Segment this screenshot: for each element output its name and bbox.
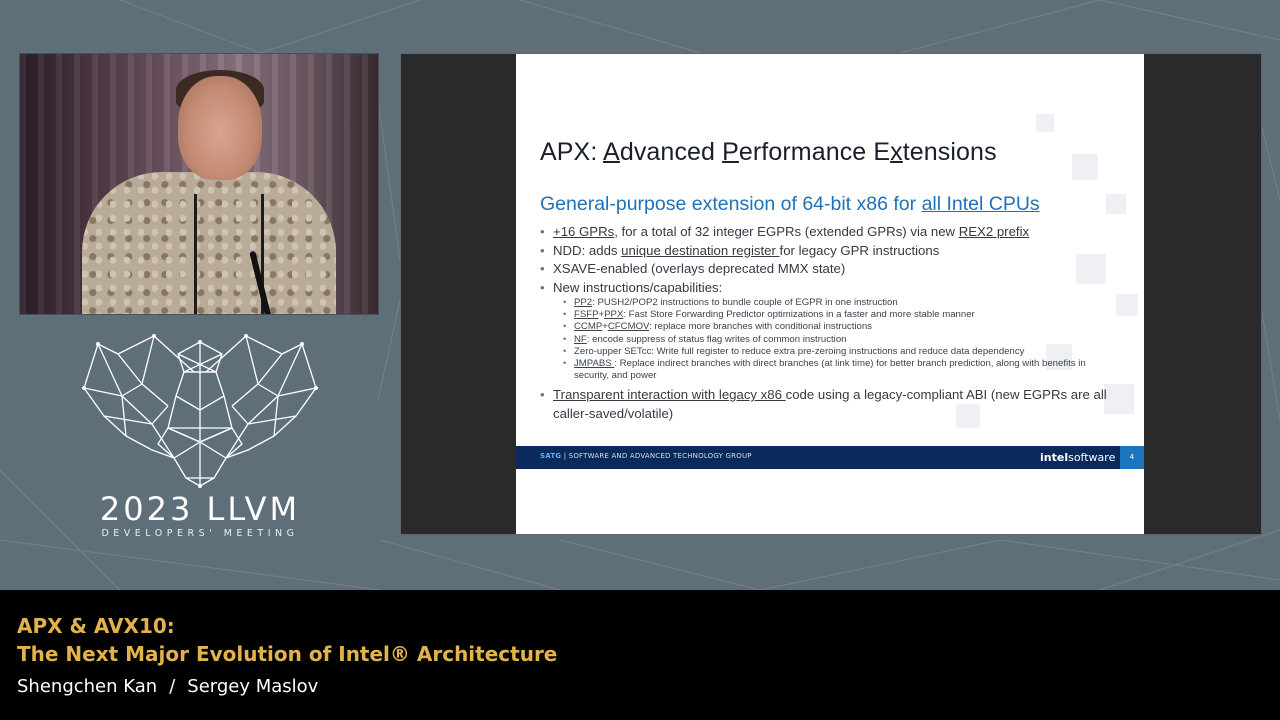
bullet-text: Zero-upper SETcc: Write full register to… (574, 345, 1025, 357)
speaker-separator: / (169, 676, 176, 697)
speaker-name: Shengchen Kan (17, 676, 158, 697)
event-subtitle: DEVELOPERS' MEETING (101, 528, 299, 539)
talk-info-bar: APX & AVX10: The Next Major Evolution of… (0, 590, 1280, 720)
event-year-title: 2023 LLVM (99, 490, 301, 528)
slide-footer: SATG | SOFTWARE AND ADVANCED TECHNOLOGY … (516, 446, 1144, 469)
underlined-term: +16 GPRs (553, 224, 615, 239)
underlined-term: PP2 (574, 297, 593, 308)
decor-square (1036, 114, 1054, 132)
bullet-text: : replace more branches with conditional… (649, 321, 872, 333)
subtitle-link: all Intel CPUs (921, 193, 1040, 215)
bullet-text: XSAVE-enabled (overlays deprecated MMX s… (553, 261, 846, 276)
underlined-term: CFCMOV (607, 321, 650, 333)
bullet-text: : encode suppress of status flag writes … (586, 333, 847, 345)
sub-bullet-item: FSFP+PPX: Fast Store Forwarding Predicto… (563, 309, 1120, 321)
bullet-text: : Fast Store Forwarding Predictor optimi… (623, 309, 975, 321)
slide-title: APX: Advanced Performance Extensions (540, 138, 997, 166)
sub-bullet-item: Zero-upper SETcc: Write full register to… (563, 346, 1120, 358)
speaker-video (19, 53, 379, 315)
sub-bullet-list: PP2: PUSH2/POP2 instructions to bundle c… (553, 297, 1120, 382)
underlined-term: Transparent interaction with legacy x86 (553, 387, 786, 403)
bullet-item: NDD: adds unique destination register fo… (540, 242, 1120, 261)
bullet-text: for legacy GPR instructions (779, 242, 940, 258)
underlined-term: JMPABS (574, 358, 615, 370)
sub-bullet-item: CCMP+CFCMOV: replace more branches with … (563, 321, 1120, 333)
slide-subtitle: General-purpose extension of 64-bit x86 … (540, 193, 1040, 215)
speaker-head (178, 76, 262, 180)
presentation-slide: APX: Advanced Performance Extensions Gen… (516, 54, 1144, 534)
bullet-text: : PUSH2/POP2 instructions to bundle coup… (592, 297, 898, 308)
underlined-term: PPX (604, 309, 624, 321)
sub-bullet-item: NF: encode suppress of status flag write… (563, 334, 1120, 346)
talk-title-line2: The Next Major Evolution of Intel® Archi… (17, 642, 558, 666)
sub-bullet-item: JMPABS : Replace indirect branches with … (563, 358, 1120, 382)
talk-speakers: Shengchen Kan / Sergey Maslov (17, 676, 318, 697)
intel-software-logo: intelsoftware (1040, 451, 1116, 464)
slide-frame: APX: Advanced Performance Extensions Gen… (400, 53, 1262, 535)
underlined-term: FSFP (574, 309, 599, 321)
bullet-item: Transparent interaction with legacy x86 … (540, 386, 1120, 423)
bullet-item: New instructions/capabilities: PP2: PUSH2… (540, 279, 1120, 383)
underlined-term: CCMP (574, 321, 603, 333)
bullet-text: New instructions/capabilities: (553, 279, 723, 295)
footer-org: SATG | SOFTWARE AND ADVANCED TECHNOLOGY … (540, 452, 752, 460)
sub-bullet-item: PP2: PUSH2/POP2 instructions to bundle c… (563, 297, 1120, 309)
bullet-list: +16 GPRs, for a total of 32 integer EGPR… (540, 223, 1120, 423)
bullet-item: XSAVE-enabled (overlays deprecated MMX s… (540, 260, 1120, 279)
bullet-item: +16 GPRs, for a total of 32 integer EGPR… (540, 223, 1120, 242)
bullet-text: , for a total of 32 integer EGPRs (exten… (614, 224, 959, 239)
underlined-term: NF (574, 333, 587, 345)
underlined-term: unique destination register (621, 242, 780, 258)
bullet-text: : Replace indirect branches with direct … (574, 358, 1086, 382)
slide-page-number: 4 (1120, 446, 1144, 469)
bullet-text: NDD: adds (553, 242, 622, 258)
speaker-name: Sergey Maslov (187, 676, 319, 697)
llvm-dragon-logo-icon (82, 334, 318, 488)
underlined-term: REX2 prefix (958, 224, 1030, 239)
talk-title-line1: APX & AVX10: (17, 614, 175, 638)
